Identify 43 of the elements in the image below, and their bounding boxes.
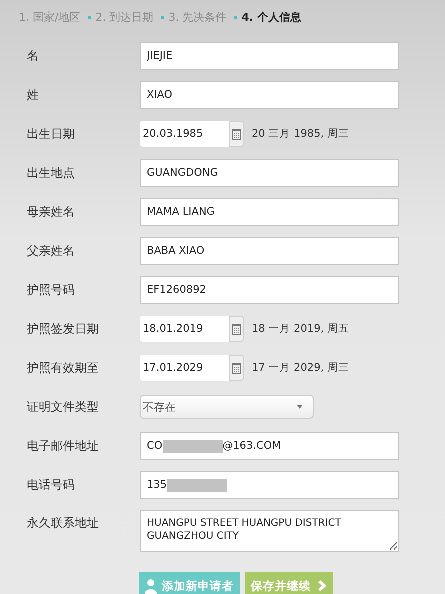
calendar-button[interactable] — [229, 355, 244, 381]
calendar-icon — [232, 362, 241, 374]
field-label: 护照有效期至 — [26, 360, 100, 376]
field-label: 电话号码 — [26, 476, 76, 494]
date-reading: 20 三月 1985, 周三 — [252, 127, 350, 141]
input-field[interactable]: EF1260892 — [140, 276, 399, 304]
input-field[interactable]: GUANGDONG — [140, 159, 399, 187]
calendar-icon — [232, 324, 241, 334]
input-field[interactable]: CO @163.COM — [140, 432, 399, 460]
address-field[interactable]: HUANGPU STREET HUANGPU DISTRICT GUANGZHOU CITY — [140, 510, 399, 552]
date-field[interactable]: 20.03.1985 — [140, 121, 229, 147]
date-reading: 18 一月 2019, 周五 — [252, 322, 350, 336]
input-field[interactable]: MAMA LIANG — [140, 198, 399, 226]
user-icon — [145, 578, 159, 594]
field-label: 姓 — [26, 86, 40, 104]
field-label: 名 — [26, 48, 40, 64]
redaction-bar — [162, 440, 223, 452]
caret-icon — [297, 405, 303, 409]
input-field[interactable]: 135 — [140, 471, 399, 499]
redaction-bar — [167, 478, 228, 492]
input-field[interactable]: XIAO — [140, 81, 399, 109]
field-value: CO — [147, 440, 163, 452]
field-label: 电子邮件地址 — [26, 438, 100, 454]
field-label: 父亲姓名 — [26, 242, 76, 260]
field-label: 护照签发日期 — [26, 320, 100, 338]
date-field[interactable]: 17.01.2029 — [140, 355, 229, 381]
field-label: 证明文件类型 — [26, 398, 100, 416]
field-label: 护照号码 — [26, 282, 76, 298]
field-label: 出生地点 — [26, 164, 76, 182]
field-label: 永久联系地址 — [26, 515, 100, 532]
step-label[interactable]: 4. 个人信息 — [242, 10, 302, 25]
field-label: 母亲姓名 — [26, 204, 76, 220]
calendar-icon — [232, 128, 241, 140]
input-field[interactable]: BABA XIAO — [140, 237, 399, 265]
field-label: 出生日期 — [26, 126, 76, 142]
date-field[interactable]: 18.01.2019 — [140, 316, 229, 342]
calendar-button[interactable] — [229, 316, 244, 342]
document-type-dropdown[interactable]: 不存在 — [140, 395, 314, 419]
date-reading: 17 一月 2029, 周三 — [252, 361, 350, 375]
field-value: @163.COM — [222, 440, 282, 452]
calendar-button[interactable] — [229, 121, 244, 147]
chevron-right-icon — [318, 580, 327, 592]
field-value: 135 — [147, 479, 168, 491]
